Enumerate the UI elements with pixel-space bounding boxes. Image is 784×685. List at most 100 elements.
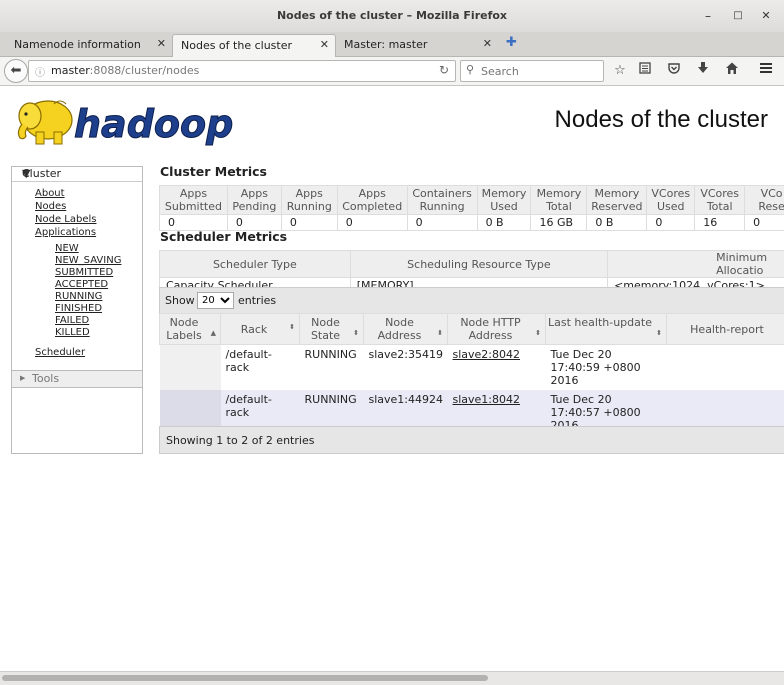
cell-last-health-update: Tue Dec 2017:40:59 +08002016 xyxy=(546,345,667,391)
header-line: VCores xyxy=(700,187,739,200)
tab-close-icon[interactable]: ✕ xyxy=(320,38,329,51)
column-rack[interactable]: Rack ⬍ xyxy=(221,314,300,345)
header-line: Rack xyxy=(241,323,268,336)
header-line: Total xyxy=(546,200,572,213)
app-state-killed[interactable]: KILLED xyxy=(55,327,90,338)
header-line: Running xyxy=(420,200,465,213)
tab-label: Master: master xyxy=(344,38,427,51)
sort-icon: ⬍ xyxy=(353,327,359,340)
maximize-button[interactable]: □ xyxy=(730,8,746,24)
health-update-line: 2016 xyxy=(551,374,579,387)
logo-wordmark: hadoop xyxy=(74,102,233,146)
health-update-line: 17:40:59 +0800 xyxy=(551,361,641,374)
header-line: Address xyxy=(378,329,422,342)
metrics-header-cell: AppsPending xyxy=(227,186,281,215)
back-icon[interactable]: ⬅ xyxy=(4,59,28,83)
tab-nodes-of-the-cluster[interactable]: Nodes of the cluster ✕ xyxy=(172,34,336,57)
metrics-header-cell: MemoryReserved xyxy=(587,186,647,215)
sort-icon: ⬍ xyxy=(437,327,443,340)
tab-namenode-information[interactable]: Namenode information ✕ xyxy=(6,34,172,56)
show-label: Show xyxy=(165,294,195,307)
node-http-link[interactable]: slave1:8042 xyxy=(453,393,521,406)
header-line: Used xyxy=(490,200,518,213)
search-input[interactable] xyxy=(479,63,601,79)
metrics-header-cell: VCoresTotal xyxy=(695,186,745,215)
header-line: VCo xyxy=(761,187,783,200)
table-info-text: Showing 1 to 2 of 2 entries xyxy=(166,434,314,447)
sidebar-tools-panel[interactable]: ▶ Tools xyxy=(11,370,143,388)
sidebar-link-about[interactable]: About xyxy=(35,188,65,199)
table-length-control: Show 20 entries xyxy=(159,287,784,314)
metrics-header-cell: VCoRese xyxy=(745,186,784,215)
header-line: Last health-update xyxy=(548,316,652,329)
pocket-icon[interactable] xyxy=(664,61,684,81)
column-health-report[interactable]: Health-report⬍ xyxy=(667,314,784,345)
metrics-value-cell: 0 B xyxy=(587,215,647,231)
minimize-button[interactable]: – xyxy=(700,8,716,24)
tab-master[interactable]: Master: master ✕ xyxy=(336,34,498,56)
metrics-header-cell: AppsSubmitted xyxy=(160,186,228,215)
app-state-new[interactable]: NEW xyxy=(55,243,79,254)
close-window-button[interactable]: ✕ xyxy=(758,8,774,24)
tab-label: Namenode information xyxy=(14,38,141,51)
metrics-header-cell: ContainersRunning xyxy=(407,186,477,215)
page-size-select[interactable]: 20 xyxy=(197,292,234,309)
cluster-header[interactable]: ▼ Cluster xyxy=(12,167,142,182)
header-line: Health-report xyxy=(690,323,764,336)
app-state-accepted[interactable]: ACCEPTED xyxy=(55,279,108,290)
column-node-state[interactable]: NodeState⬍ xyxy=(300,314,364,345)
sidebar-link-nodes[interactable]: Nodes xyxy=(35,201,66,212)
header-line: Apps xyxy=(296,187,323,200)
app-state-finished[interactable]: FINISHED xyxy=(55,303,102,314)
metrics-value-cell: 0 B xyxy=(477,215,531,231)
app-state-running[interactable]: RUNNING xyxy=(55,291,102,302)
app-state-new-saving[interactable]: NEW_SAVING xyxy=(55,255,121,266)
url-text: master:8088/cluster/nodes xyxy=(51,64,199,77)
node-http-link[interactable]: slave2:8042 xyxy=(453,348,521,361)
info-icon[interactable]: ⓘ xyxy=(35,64,45,79)
cell-node-address: slave2:35419 xyxy=(364,345,448,391)
column-node-http-address[interactable]: Node HTTPAddress⬍ xyxy=(448,314,546,345)
horizontal-scrollbar[interactable] xyxy=(0,671,784,685)
star-icon[interactable]: ☆ xyxy=(610,61,630,81)
sidebar-link-scheduler[interactable]: Scheduler xyxy=(35,347,85,358)
tab-close-icon[interactable]: ✕ xyxy=(157,37,166,50)
url-bar[interactable]: ⓘ master:8088/cluster/nodes ↻ xyxy=(28,60,456,82)
sort-icon: ⬍ xyxy=(289,321,295,334)
app-state-submitted[interactable]: SUBMITTED xyxy=(55,267,113,278)
column-node-labels[interactable]: NodeLabels▲ xyxy=(160,314,221,345)
cell-node-http-address: slave2:8042 xyxy=(448,345,546,391)
caret-right-icon: ▶ xyxy=(20,374,25,382)
sidebar-link-applications[interactable]: Applications xyxy=(35,227,96,238)
scrollbar-thumb[interactable] xyxy=(2,675,488,681)
header-line: Submitted xyxy=(165,200,222,213)
metrics-header-cell: MemoryTotal xyxy=(531,186,587,215)
tab-close-icon[interactable]: ✕ xyxy=(483,37,492,50)
metrics-header-cell: VCoresUsed xyxy=(647,186,695,215)
header-line: Containers xyxy=(412,187,472,200)
home-icon[interactable] xyxy=(722,61,742,81)
header-line: Node xyxy=(311,316,340,329)
window-title: Nodes of the cluster – Mozilla Firefox xyxy=(0,9,784,22)
header-line: Labels xyxy=(166,329,201,342)
scheduler-metrics-title: Scheduler Metrics xyxy=(160,229,287,244)
health-update-line: 17:40:57 +0800 xyxy=(551,406,641,419)
column-last-health-update[interactable]: Last health-update⬍ xyxy=(546,314,667,345)
search-box[interactable]: ⚲ xyxy=(460,60,604,82)
cluster-metrics-title: Cluster Metrics xyxy=(160,164,267,179)
sidebar-link-node-labels[interactable]: Node Labels xyxy=(35,214,96,225)
app-state-failed[interactable]: FAILED xyxy=(55,315,89,326)
download-icon[interactable] xyxy=(693,61,713,81)
metrics-value-cell: 0 xyxy=(745,215,784,231)
new-tab-icon[interactable]: ✚ xyxy=(506,35,517,50)
column-node-address[interactable]: NodeAddress⬍ xyxy=(364,314,448,345)
menu-icon[interactable] xyxy=(756,61,776,81)
metrics-value-cell: 0 xyxy=(337,215,407,231)
table-info-bar: Showing 1 to 2 of 2 entries xyxy=(159,426,784,454)
metrics-header-cell: AppsRunning xyxy=(281,186,337,215)
reading-list-icon[interactable] xyxy=(635,61,655,81)
reload-icon[interactable]: ↻ xyxy=(439,63,449,77)
cell-node-labels xyxy=(160,345,221,391)
header-line: Completed xyxy=(342,200,402,213)
hadoop-logo[interactable]: hadoop xyxy=(14,94,246,148)
